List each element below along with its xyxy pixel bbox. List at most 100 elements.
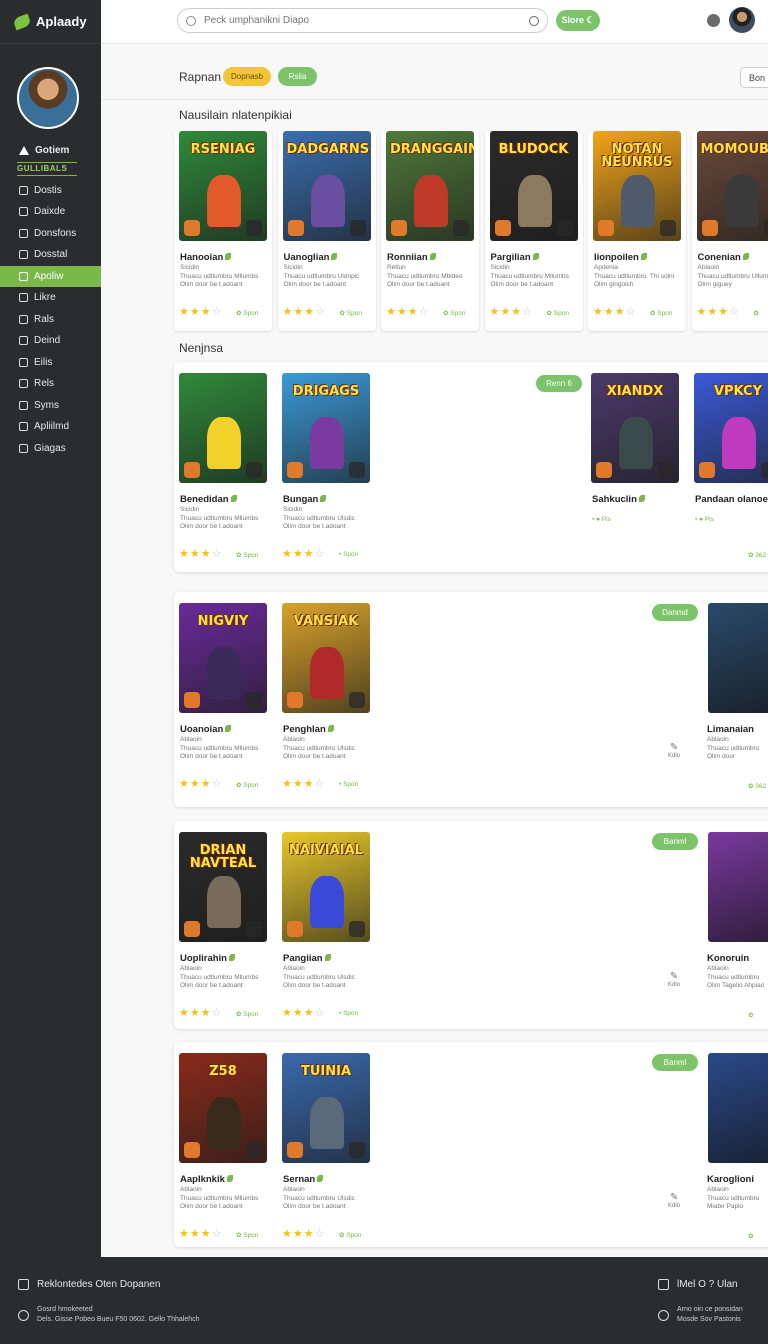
store-button[interactable]: Slore ☾ bbox=[556, 10, 600, 31]
game-meta: Sicidin Thuacu udtlumbru Mllumbs Olim door… bbox=[180, 264, 259, 288]
game-thumbnail[interactable]: TUINIA bbox=[282, 1053, 370, 1163]
game-thumbnail[interactable]: DADGARNS bbox=[282, 131, 371, 241]
user-avatar[interactable] bbox=[17, 67, 79, 129]
app-name: Aplaady bbox=[36, 14, 87, 29]
footer: Reklontedes Oten Dopanen Gosrd hmokeeted… bbox=[0, 1257, 768, 1344]
game-thumbnail-partial[interactable] bbox=[708, 1053, 768, 1163]
sidebar-item-syms[interactable]: Syms bbox=[0, 395, 101, 417]
game-title: Hanooian bbox=[180, 252, 232, 263]
game-thumbnail[interactable]: BLUDOCK bbox=[489, 131, 578, 241]
section-title-featured: Nausilain nlatenpikiai bbox=[179, 108, 292, 122]
box-icon bbox=[19, 207, 28, 217]
app-root: Aplaady Gotiem GULLIBALS Dostis Daixde Donsf… bbox=[0, 0, 768, 1344]
brand[interactable]: Aplaady bbox=[0, 0, 101, 44]
sidebar-item-dosstal[interactable]: Dosstal bbox=[0, 244, 101, 266]
game-card[interactable]: DRANGGAIN Ronniian Retlun Thuacu udtlumbru … bbox=[381, 131, 479, 331]
search-input[interactable] bbox=[204, 15, 529, 26]
platform-badge-icon bbox=[184, 692, 200, 708]
game-card[interactable]: XIANDX Sahkuclin • ● Pis bbox=[586, 373, 684, 573]
category-pill[interactable]: Renn 6 bbox=[536, 375, 582, 392]
game-meta: Ablaoin Thuacu udtlumbru Ulsdic Olim door … bbox=[283, 736, 355, 760]
footer-left-title[interactable]: Reklontedes Oten Dopanen bbox=[37, 1279, 160, 1290]
category-pill[interactable]: Banml bbox=[652, 833, 698, 850]
game-meta: Retlun Thuacu udtlumbru Mbldeo Olim door b… bbox=[387, 264, 463, 288]
footer-right-title[interactable]: lMel O ? Ulan bbox=[677, 1279, 738, 1290]
search-submit-icon[interactable] bbox=[529, 15, 539, 26]
game-thumbnail[interactable]: NIGVIY bbox=[179, 603, 267, 713]
sidebar-item-likre[interactable]: Likre bbox=[0, 287, 101, 309]
top-avatar[interactable] bbox=[729, 7, 755, 33]
game-thumbnail[interactable]: DRIAN NAVTEAL bbox=[179, 832, 267, 942]
game-tag: • Spon bbox=[339, 551, 359, 558]
category-pill[interactable]: Banml bbox=[652, 1054, 698, 1071]
apple-icon bbox=[246, 921, 262, 937]
game-thumbnail[interactable]: Z58 bbox=[179, 1053, 267, 1163]
game-card[interactable]: NIGVIY Uoanoian Ablaoin Thuacu udtlumbru Ml… bbox=[174, 603, 272, 803]
search-bar[interactable] bbox=[177, 8, 548, 33]
sidebar-item-gotiem[interactable]: Gotiem bbox=[0, 140, 101, 162]
thumbnail-title-art: DADGARNS bbox=[286, 142, 370, 157]
game-thumbnail-partial[interactable] bbox=[708, 832, 768, 942]
edit-icon[interactable]: ✎ Kdlo bbox=[668, 742, 680, 759]
sidebar-item-apliilmd[interactable]: Apliilmd bbox=[0, 416, 101, 438]
game-thumbnail[interactable]: DRANGGAIN bbox=[386, 131, 474, 241]
sidebar-item-giagas[interactable]: Giagas bbox=[0, 438, 101, 460]
category-pill[interactable]: Danmd bbox=[652, 604, 698, 621]
game-card[interactable]: NAIVIAIAL Pangiian Ablaoin Thuacu udtlumbru… bbox=[277, 832, 375, 1032]
game-title: Uoanoian bbox=[180, 724, 232, 735]
footer-settings-icon bbox=[658, 1279, 669, 1290]
game-card[interactable]: DRIAN NAVTEAL Uoplirahin Ablaoin Thuacu udt… bbox=[174, 832, 272, 1032]
game-thumbnail[interactable]: VANSIAK bbox=[282, 603, 370, 713]
game-card[interactable]: VPKCY Pandaan olanoes • ● Pis bbox=[689, 373, 768, 573]
sidebar-item-apoliw[interactable]: Apoliw bbox=[0, 265, 101, 287]
game-card[interactable]: Z58 Aaplknkik Ablaoin Thuacu udtlumbru Mllu… bbox=[174, 1053, 272, 1253]
sidebar-item-eilis[interactable]: Eilis bbox=[0, 352, 101, 374]
sidebar-item-dostis[interactable]: Dostis bbox=[0, 180, 101, 202]
game-meta: Ablaoin Thuacu udtlumbru Ulsdic Olim door … bbox=[283, 1186, 355, 1210]
game-thumbnail[interactable]: VPKCY bbox=[694, 373, 768, 483]
game-card[interactable]: RSENIAG Hanooian Sicidin Thuacu udtlumbru M… bbox=[174, 131, 272, 331]
game-card[interactable]: Benedidan Sicidin Thuacu udtlumbru Mllumbs… bbox=[174, 373, 272, 573]
sidebar-item-daixde[interactable]: Daixde bbox=[0, 201, 101, 223]
game-card[interactable]: MOMOUBOX ConenianAblaoinThuacu udtlumbru … bbox=[691, 131, 768, 331]
footer-left-line2: Dels. Gisse Pobeo Bueu F50 0602. Gello T… bbox=[37, 1316, 200, 1323]
game-card[interactable]: BLUDOCK Pargilian Sicidin Thuacu udtlumbru … bbox=[484, 131, 583, 331]
game-tag: ✿ Spon bbox=[546, 310, 569, 317]
platform-badge-icon bbox=[184, 921, 200, 937]
sidebar-item-rals[interactable]: Rals bbox=[0, 309, 101, 331]
edit-icon[interactable]: ✎ Kdlo bbox=[668, 1192, 680, 1209]
game-title: Bungan bbox=[283, 494, 327, 505]
game-thumbnail[interactable]: XIANDX bbox=[591, 373, 679, 483]
game-card[interactable]: NOTAN NEUNRUS Iionpoilen Apdenia Thuacu udt… bbox=[588, 131, 686, 331]
game-card[interactable]: TUINIA Sernan Ablaoin Thuacu udtlumbru Ulsd… bbox=[277, 1053, 375, 1253]
notification-icon[interactable] bbox=[707, 14, 720, 27]
game-thumbnail[interactable]: DRIGAGS bbox=[282, 373, 370, 483]
leaf-icon bbox=[640, 253, 647, 260]
leaf-icon bbox=[225, 253, 232, 260]
game-card[interactable]: VANSIAK Penghlan Ablaoin Thuacu udtlumbru U… bbox=[277, 603, 375, 803]
game-title-partial: Karoglioni bbox=[707, 1174, 754, 1185]
link-icon bbox=[19, 422, 28, 432]
game-thumbnail[interactable]: NOTAN NEUNRUS bbox=[593, 131, 681, 241]
sidebar-nav: Gotiem GULLIBALS Dostis Daixde Donsfons Dosst… bbox=[0, 140, 101, 459]
apple-icon bbox=[246, 692, 262, 708]
game-thumbnail[interactable]: MOMOUBOX bbox=[696, 131, 768, 241]
game-thumbnail-partial[interactable] bbox=[708, 603, 768, 713]
leaf-icon bbox=[225, 725, 232, 732]
game-thumbnail[interactable]: RSENIAG bbox=[179, 131, 267, 241]
filter-chip-1[interactable]: Dopnasb bbox=[223, 67, 271, 86]
leaf-icon bbox=[226, 1175, 233, 1182]
game-thumbnail[interactable] bbox=[179, 373, 267, 483]
sort-dropdown[interactable]: Bon bbox=[740, 67, 768, 88]
filter-chip-2[interactable]: Rslia bbox=[278, 67, 317, 86]
sidebar-item-donsfons[interactable]: Donsfons bbox=[0, 223, 101, 245]
game-card[interactable]: DADGARNS Uanoglian Sicidin Thuacu udtlumbru… bbox=[277, 131, 376, 331]
edit-icon[interactable]: ✎ Kdlo bbox=[668, 971, 680, 988]
character-figure bbox=[310, 876, 344, 928]
sidebar-item-rels[interactable]: Rels bbox=[0, 373, 101, 395]
game-meta: Ablaoin Thuacu udtlumbru Ulsdic Olim door … bbox=[283, 965, 355, 989]
game-thumbnail[interactable]: NAIVIAIAL bbox=[282, 832, 370, 942]
sidebar-item-deind[interactable]: Deind bbox=[0, 330, 101, 352]
thumbnail-title-art: VPKCY bbox=[713, 384, 763, 399]
game-card[interactable]: DRIGAGS Bungan Sicidin Thuacu udtlumbru Uls… bbox=[277, 373, 375, 573]
